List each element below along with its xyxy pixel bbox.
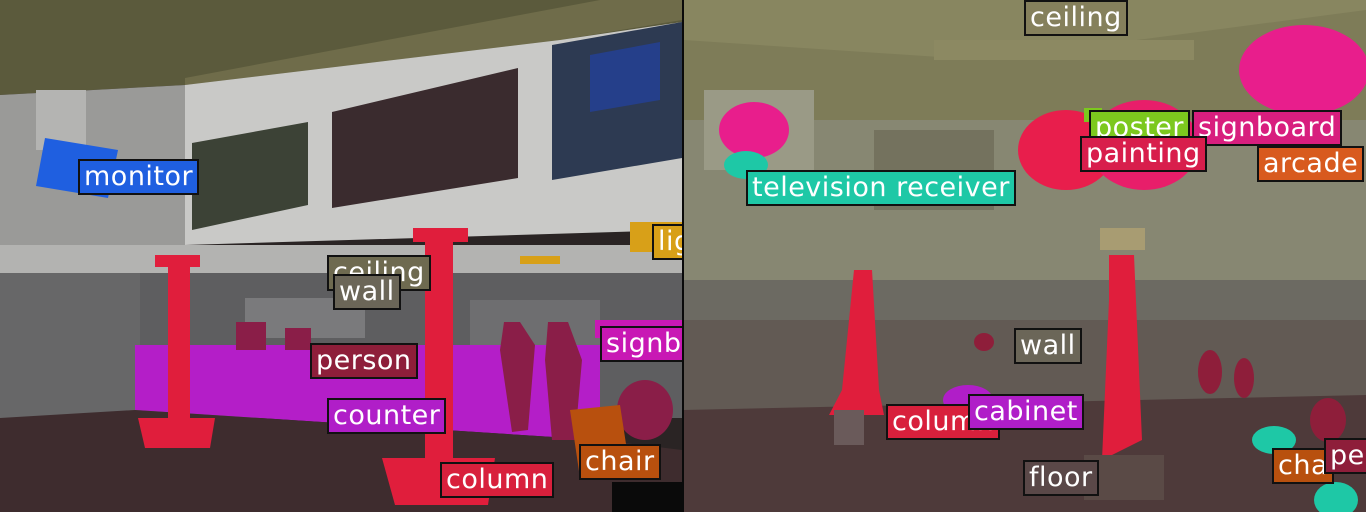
chair-label: chair [579, 444, 661, 480]
signboard-label: signboard [1192, 110, 1343, 146]
person-label: person [310, 343, 418, 379]
painting-label: painting [1080, 136, 1207, 172]
television-receiver-label: television receiver [746, 170, 1016, 206]
ceiling-label: ceiling [1024, 0, 1128, 36]
signboard-label: signb [600, 326, 682, 362]
column-label: column [440, 462, 555, 498]
person-label: pe [1324, 438, 1366, 474]
right-segmentation-panel: ceiling poster signboard painting arcade… [684, 0, 1366, 512]
arcade-label: arcade [1257, 146, 1365, 182]
right-scene-image [684, 0, 1366, 512]
light-label: lig [652, 224, 682, 260]
left-segmentation-panel: monitor ceiling wall person counter colu… [0, 0, 682, 512]
cabinet-label: cabinet [968, 394, 1084, 430]
counter-label: counter [327, 398, 447, 434]
wall-label: wall [333, 274, 401, 310]
monitor-label: monitor [78, 159, 200, 195]
wall-label: wall [1014, 328, 1082, 364]
floor-label: floor [1023, 460, 1099, 496]
